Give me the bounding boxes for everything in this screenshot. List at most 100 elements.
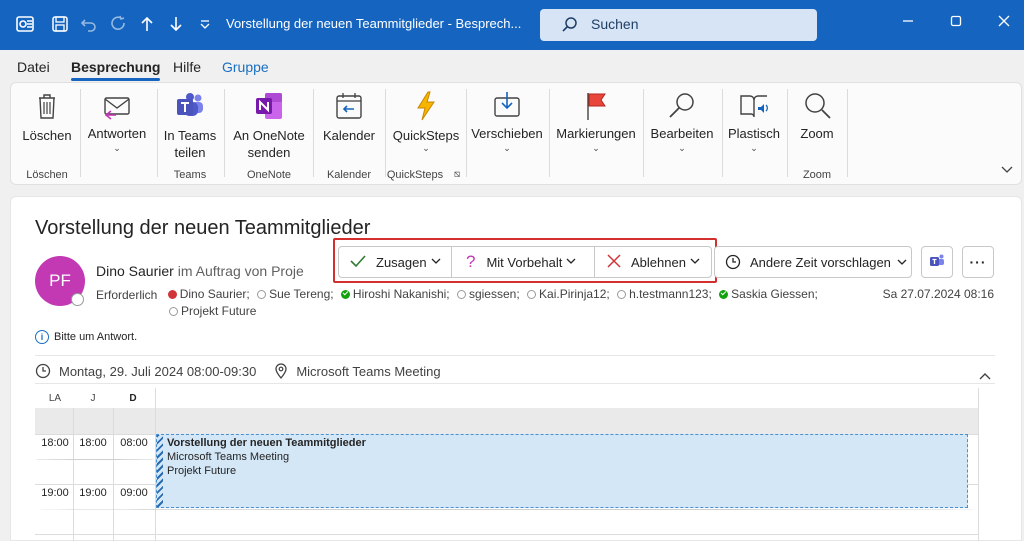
undo-icon[interactable] bbox=[78, 13, 100, 35]
close-icon[interactable] bbox=[994, 14, 1014, 34]
time-label: 08:00 bbox=[120, 437, 148, 449]
search-box[interactable]: Suchen bbox=[540, 9, 817, 41]
search-icon bbox=[560, 15, 580, 38]
attendee-name: Projekt Future bbox=[181, 304, 257, 318]
attendee-name: Saskia Giessen; bbox=[731, 287, 818, 301]
attendee[interactable]: Sue Tereng; bbox=[257, 287, 334, 301]
minimize-icon[interactable] bbox=[898, 14, 918, 34]
info-icon: i bbox=[35, 330, 49, 344]
button-divider bbox=[594, 247, 595, 277]
move-button[interactable]: Verschieben ⌄ bbox=[469, 87, 545, 165]
send-to-onenote-button[interactable]: An OneNote senden bbox=[229, 87, 309, 165]
calendar-button[interactable]: Kalender bbox=[317, 87, 381, 165]
attendee[interactable]: Kai.Pirinja12; bbox=[527, 287, 610, 301]
chevron-up-icon[interactable] bbox=[979, 369, 991, 383]
reply-envelope-icon bbox=[100, 89, 134, 123]
quicksteps-button[interactable]: QuickSteps ⌄ bbox=[389, 87, 463, 165]
teams-join-button[interactable] bbox=[921, 246, 953, 278]
immersive-reader-button[interactable]: Plastisch ⌄ bbox=[725, 87, 783, 165]
attendee[interactable]: h.testmann123; bbox=[617, 287, 712, 301]
info-text: Bitte um Antwort. bbox=[54, 331, 138, 343]
ribbon-separator bbox=[549, 89, 550, 177]
ribbon-separator bbox=[80, 89, 81, 177]
ribbon-separator bbox=[224, 89, 225, 177]
attendee[interactable]: Projekt Future bbox=[169, 304, 256, 318]
time-label: 18:00 bbox=[79, 437, 107, 449]
tab-hilfe[interactable]: Hilfe bbox=[173, 59, 201, 75]
ribbon-separator bbox=[643, 89, 644, 177]
button-divider bbox=[451, 247, 452, 277]
attendee-name: sgiessen; bbox=[468, 287, 520, 301]
maximize-icon[interactable] bbox=[946, 14, 966, 34]
attendee-name: Kai.Pirinja12; bbox=[539, 287, 610, 301]
presence-status-icon bbox=[71, 293, 84, 306]
zoom-label: Zoom bbox=[800, 126, 834, 141]
tentative-stripe bbox=[157, 435, 163, 507]
customize-quick-access-icon[interactable] bbox=[194, 13, 216, 35]
share-to-teams-button[interactable]: In Teams teilen bbox=[161, 87, 219, 165]
timezone-header: J bbox=[90, 393, 96, 404]
dialog-launcher-icon[interactable]: ⧅ bbox=[451, 169, 463, 180]
move-label: Verschieben bbox=[471, 126, 543, 141]
no-response-status-icon bbox=[527, 289, 537, 299]
reading-pane: Vorstellung der neuen Teammitglieder PF … bbox=[10, 196, 1022, 541]
accepted-status-icon bbox=[340, 289, 350, 299]
event-organizer: Projekt Future bbox=[167, 465, 237, 477]
ribbon-separator bbox=[313, 89, 314, 177]
tab-datei[interactable]: Datei bbox=[17, 59, 50, 75]
propose-new-time-button[interactable]: Andere Zeit vorschlagen bbox=[714, 246, 912, 278]
teams-icon bbox=[928, 252, 946, 273]
search-edit-icon bbox=[665, 89, 699, 123]
tentative-button[interactable]: ? Mit Vorbehalt bbox=[466, 247, 576, 277]
calendar-event[interactable]: Vorstellung der neuen Teammitglieder Mic… bbox=[156, 434, 968, 508]
checkmark-icon bbox=[349, 254, 367, 271]
redo-icon[interactable] bbox=[107, 13, 129, 35]
attendee[interactable]: Hiroshi Nakanishi; bbox=[340, 287, 450, 301]
chevron-down-icon: ⌄ bbox=[503, 143, 511, 153]
attendee-name: h.testmann123; bbox=[629, 287, 712, 301]
sent-date: Sa 27.07.2024 08:16 bbox=[882, 287, 994, 301]
ribbon-expand-chevron-icon[interactable] bbox=[1001, 165, 1013, 177]
no-response-status-icon bbox=[169, 306, 178, 316]
decline-button[interactable]: Ablehnen bbox=[607, 247, 700, 277]
edit-button[interactable]: Bearbeiten ⌄ bbox=[647, 87, 717, 165]
tentative-label: Mit Vorbehalt bbox=[486, 254, 563, 270]
delete-label: Löschen bbox=[22, 128, 72, 143]
sender-name[interactable]: Dino Saurier bbox=[96, 263, 174, 279]
meeting-meta: Montag, 29. Juli 2024 08:00-09:30 Micros… bbox=[35, 363, 441, 379]
divider bbox=[35, 383, 995, 384]
more-options-button[interactable]: ··· bbox=[962, 246, 994, 278]
attendee[interactable]: Saskia Giessen; bbox=[719, 287, 818, 301]
immersive-reader-label: Plastisch bbox=[727, 126, 781, 141]
event-location: Microsoft Teams Meeting bbox=[167, 451, 290, 463]
accept-button[interactable]: Zusagen bbox=[349, 247, 441, 277]
sender-line: Dino Saurier im Auftrag von Proje bbox=[96, 263, 316, 279]
time-label: 09:00 bbox=[120, 487, 148, 499]
arrow-down-icon[interactable] bbox=[165, 13, 187, 35]
attendee[interactable]: sgiessen; bbox=[456, 287, 520, 301]
send-to-onenote-label: An OneNote senden bbox=[233, 128, 305, 160]
teams-share-icon bbox=[173, 89, 207, 123]
zoom-button[interactable]: Zoom bbox=[791, 87, 843, 165]
outlook-app-icon bbox=[14, 13, 36, 35]
chevron-down-icon bbox=[690, 257, 700, 268]
attendee-name: Sue Tereng; bbox=[269, 287, 334, 301]
immersive-reader-icon bbox=[737, 89, 771, 123]
flags-label: Markierungen bbox=[556, 126, 636, 141]
time-label: 19:00 bbox=[41, 487, 69, 499]
save-icon[interactable] bbox=[49, 13, 71, 35]
reply-label: Antworten bbox=[87, 126, 147, 141]
tab-besprechung[interactable]: Besprechung bbox=[71, 59, 161, 81]
attendee-name: Dino Saurier; bbox=[179, 287, 250, 301]
attendee[interactable]: Dino Saurier; bbox=[167, 287, 250, 301]
zoom-icon bbox=[800, 89, 834, 123]
chevron-down-icon: ⌄ bbox=[678, 143, 686, 153]
accept-label: Zusagen bbox=[376, 254, 427, 270]
tab-gruppe[interactable]: Gruppe bbox=[222, 59, 269, 75]
ribbon-separator bbox=[847, 89, 848, 177]
delete-button[interactable]: Löschen bbox=[17, 87, 77, 165]
reply-button[interactable]: Antworten ⌄ bbox=[83, 87, 151, 165]
flags-button[interactable]: Markierungen ⌄ bbox=[552, 87, 640, 165]
arrow-up-icon[interactable] bbox=[136, 13, 158, 35]
chevron-down-icon bbox=[897, 259, 907, 266]
